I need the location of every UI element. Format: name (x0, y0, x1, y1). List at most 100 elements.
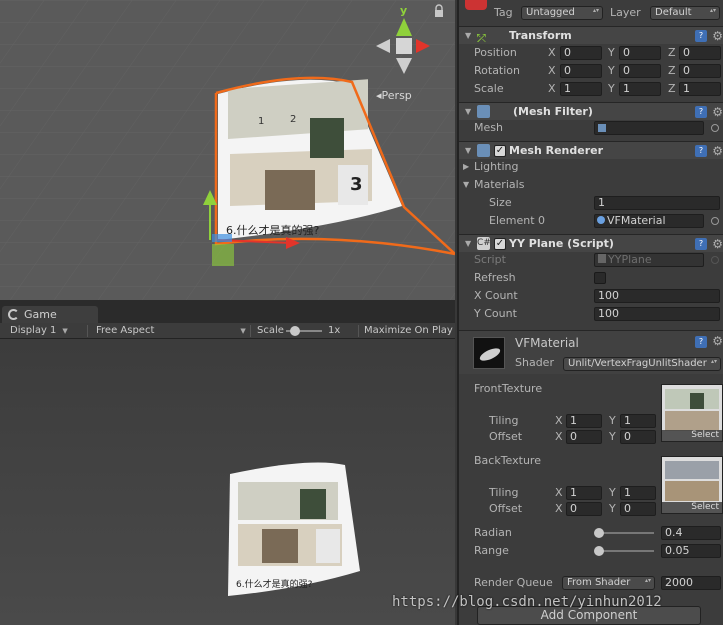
xcount-field[interactable]: 100 (594, 289, 720, 303)
script-value: YYPlane (608, 253, 652, 266)
back-texture-photo-top (665, 461, 719, 479)
front-offset-x-field[interactable]: 0 (566, 430, 602, 444)
back-offset-y-field[interactable]: 0 (620, 502, 656, 516)
back-offset-x-field[interactable]: 0 (566, 502, 602, 516)
rotation-label: Rotation (474, 64, 521, 77)
game-toolbar: Display 1 ▼ Free Aspect ▼ Scale 1x Maximiz… (0, 323, 455, 339)
gizmo-z-handle[interactable] (212, 234, 232, 242)
foldout-arrow-icon[interactable]: ▼ (465, 27, 471, 45)
lighting-label: Lighting (474, 160, 519, 173)
projection-label: Persp (381, 89, 412, 102)
toolbar-divider (87, 325, 88, 337)
material-name: VFMaterial (515, 336, 579, 350)
display-dropdown[interactable]: Display 1 ▼ (10, 324, 68, 338)
range-slider-knob[interactable] (593, 546, 604, 556)
ycount-row: Y Count 100 (459, 305, 723, 323)
gizmo-plane-handle[interactable] (212, 244, 234, 266)
help-icon[interactable]: ? (695, 106, 707, 118)
material-header[interactable]: VFMaterial Shader Unlit/VertexFragUnlitS… (459, 330, 723, 374)
front-tiling-x-field[interactable]: 1 (566, 414, 602, 428)
material-preview-shape (478, 345, 502, 364)
front-offset-y-field[interactable]: 0 (620, 430, 656, 444)
back-offset-label: Offset (489, 502, 523, 515)
help-icon[interactable]: ? (695, 30, 707, 42)
radian-field[interactable]: 0.4 (661, 526, 721, 540)
back-tiling-y-field[interactable]: 1 (620, 486, 656, 500)
radian-slider-track[interactable] (596, 532, 654, 534)
refresh-row: Refresh (459, 269, 723, 287)
element0-object-field[interactable]: VFMaterial (594, 214, 704, 228)
position-z-field[interactable]: 0 (679, 46, 721, 60)
shader-label: Shader (515, 356, 554, 369)
orient-y-label: y (400, 4, 407, 17)
orient-center-cube[interactable] (396, 38, 412, 54)
scene-canvas[interactable]: 1 2 3 6.什么才是真的强? y (0, 0, 455, 300)
render-queue-mode-dropdown[interactable]: From Shader (562, 576, 655, 590)
projection-toggle[interactable]: ◂Persp (376, 89, 412, 102)
mesh-filter-header[interactable]: ▼ (Mesh Filter) ? ⚙ (459, 102, 723, 120)
yy-plane-header[interactable]: ▼ C# ✓ YY Plane (Script) ? ⚙ (459, 234, 723, 252)
aspect-label: Free Aspect (96, 325, 155, 336)
mesh-grid-icon (598, 124, 606, 132)
tag-dropdown[interactable]: Untagged (521, 6, 603, 20)
render-queue-field[interactable]: 2000 (661, 576, 721, 590)
axis-y-label: Y (608, 64, 615, 77)
help-icon[interactable]: ? (695, 238, 707, 250)
range-label: Range (474, 544, 509, 557)
back-tiling-x-field[interactable]: 1 (566, 486, 602, 500)
object-picker-icon[interactable] (711, 217, 719, 225)
position-x-field[interactable]: 0 (560, 46, 602, 60)
scene-view[interactable]: 1 2 3 6.什么才是真的强? y ◂Persp (0, 0, 455, 300)
help-icon[interactable]: ? (695, 145, 707, 157)
rotation-y-field[interactable]: 0 (619, 64, 661, 78)
layer-dropdown[interactable]: Default (650, 6, 720, 20)
mesh-object-field[interactable] (594, 121, 704, 135)
mesh-renderer-header[interactable]: ▼ ✓ Mesh Renderer ? ⚙ (459, 141, 723, 159)
range-slider-track[interactable] (596, 550, 654, 552)
ycount-field[interactable]: 100 (594, 307, 720, 321)
mesh-renderer-enabled-checkbox[interactable]: ✓ (494, 145, 506, 157)
materials-label: Materials (474, 178, 525, 191)
rotation-x-field[interactable]: 0 (560, 64, 602, 78)
position-row: Position X 0 Y 0 Z 0 (459, 44, 723, 62)
axis-z-label: Z (668, 64, 676, 77)
maximize-on-play-toggle[interactable]: Maximize On Play (364, 324, 453, 338)
scale-x-field[interactable]: 1 (560, 82, 602, 96)
scene-page-number-1: 1 (258, 116, 264, 127)
gear-icon[interactable]: ⚙ (712, 27, 723, 45)
radian-slider-knob[interactable] (593, 528, 604, 538)
scale-z-field[interactable]: 1 (679, 82, 721, 96)
yy-plane-enabled-checkbox[interactable]: ✓ (494, 238, 506, 250)
shader-dropdown[interactable]: Unlit/VertexFragUnlitShader (563, 357, 721, 371)
scale-slider-knob[interactable] (290, 326, 300, 336)
transform-title: Transform (509, 29, 572, 42)
tab-game[interactable]: Game (2, 306, 98, 323)
foldout-arrow-icon[interactable]: ▼ (463, 176, 469, 194)
axis-y-label: Y (609, 502, 616, 515)
csharp-script-icon: C# (477, 237, 491, 250)
game-canvas: 6.什么才是真的强? (228, 462, 360, 596)
rotation-z-field[interactable]: 0 (679, 64, 721, 78)
materials-size-field[interactable]: 1 (594, 196, 720, 210)
game-view[interactable]: 6.什么才是真的强? (0, 339, 455, 625)
axis-x-label: X (548, 46, 556, 59)
lighting-row[interactable]: ▶ Lighting (459, 158, 723, 176)
script-file-icon (598, 254, 606, 263)
refresh-checkbox[interactable] (594, 272, 606, 284)
aspect-dropdown[interactable]: Free Aspect ▼ (96, 324, 246, 338)
scale-label: Scale (474, 82, 504, 95)
range-field[interactable]: 0.05 (661, 544, 721, 558)
help-icon[interactable]: ? (695, 336, 707, 348)
front-tiling-y-field[interactable]: 1 (620, 414, 656, 428)
game-page-sign (316, 529, 340, 563)
script-row: Script YYPlane (459, 251, 723, 269)
foldout-arrow-icon[interactable]: ▶ (463, 158, 469, 176)
script-label: Script (474, 253, 506, 266)
object-picker-icon (711, 256, 719, 264)
materials-row[interactable]: ▼ Materials (459, 176, 723, 194)
object-picker-icon[interactable] (711, 124, 719, 132)
scale-y-field[interactable]: 1 (619, 82, 661, 96)
gear-icon[interactable]: ⚙ (712, 334, 723, 348)
transform-header[interactable]: ▼ ⤱ Transform ? ⚙ (459, 26, 723, 45)
position-y-field[interactable]: 0 (619, 46, 661, 60)
